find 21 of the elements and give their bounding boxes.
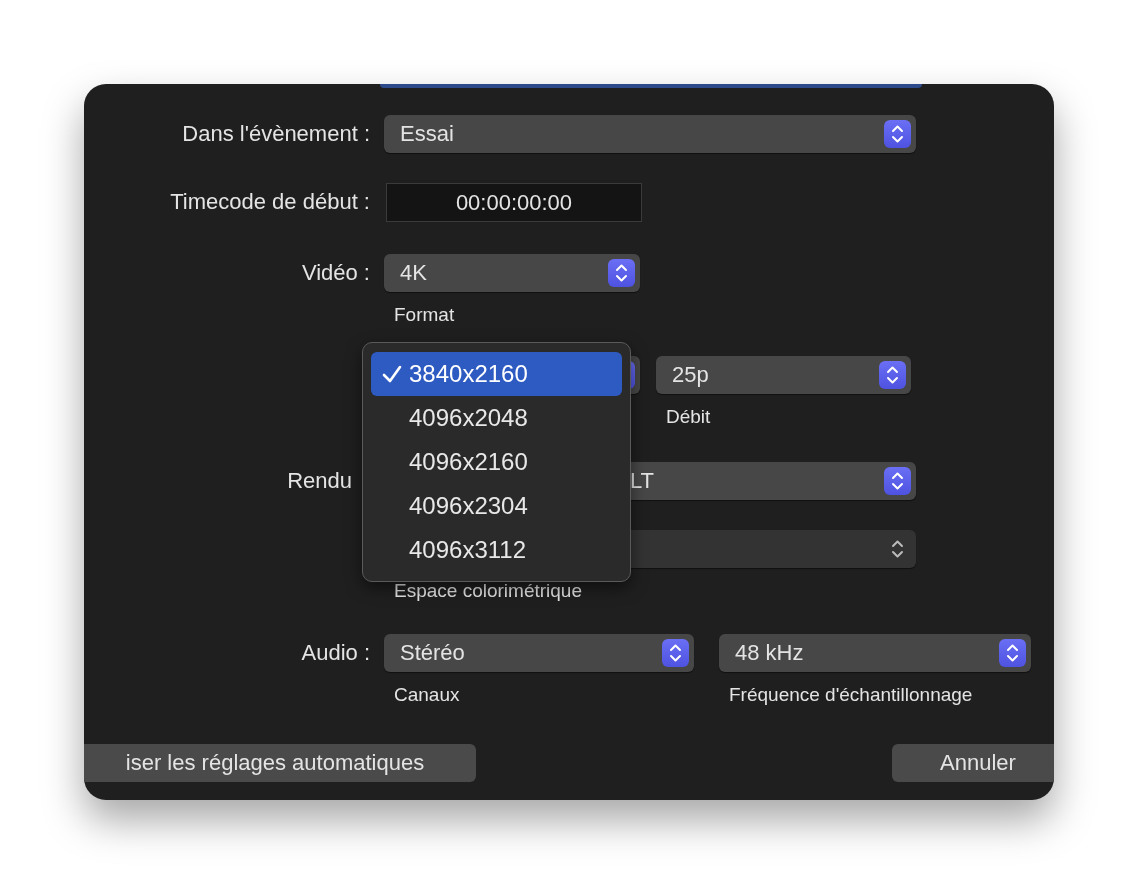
field-caption: Format bbox=[394, 304, 456, 326]
dialog-button[interactable]: Annuler bbox=[892, 744, 1054, 782]
dialog-button[interactable]: iser les réglages automatiques bbox=[84, 744, 476, 782]
field-label: Dans l'évènement : bbox=[182, 121, 370, 146]
popup-button[interactable]: Stéréo bbox=[384, 634, 694, 672]
popup-button[interactable]: Essai bbox=[384, 115, 916, 153]
field-caption: Fréquence d'échantillonnage bbox=[729, 684, 974, 706]
menu-item[interactable]: 4096x3112 bbox=[371, 528, 622, 572]
field-caption: Canaux bbox=[394, 684, 461, 706]
checkmark-icon bbox=[381, 363, 403, 385]
field-caption: Espace colorimétrique bbox=[394, 580, 583, 602]
field-label: Rendu bbox=[287, 468, 352, 493]
field-label: Audio : bbox=[301, 640, 370, 665]
popup-button[interactable]: 4K bbox=[384, 254, 640, 292]
field-caption: Débit bbox=[666, 406, 712, 428]
timecode-field[interactable]: 00:00:00:00 bbox=[386, 183, 642, 222]
popup-button[interactable]: 25p bbox=[656, 356, 911, 394]
menu-item[interactable]: 4096x2048 bbox=[371, 396, 622, 440]
popup-button[interactable]: 48 kHz bbox=[719, 634, 1031, 672]
field-label: Vidéo : bbox=[301, 260, 370, 285]
field-label: Timecode de début : bbox=[170, 189, 370, 214]
